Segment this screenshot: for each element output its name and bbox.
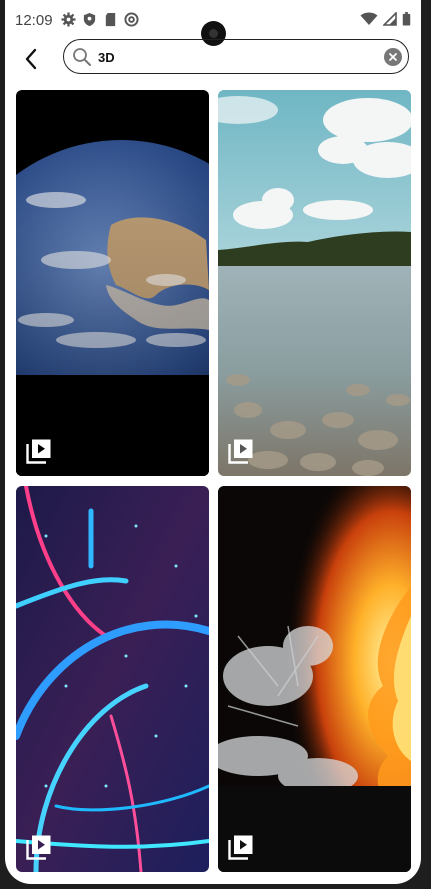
close-icon [389,53,397,61]
shield-icon [83,12,96,27]
status-time: 12:09 [15,12,53,29]
thumbnail-river [218,90,411,476]
wifi-icon [360,12,378,25]
result-card-river[interactable] [218,90,411,476]
clear-search-button[interactable] [384,48,402,66]
search-icon [73,48,91,66]
app-screen: 12:09 [5,0,421,884]
video-icon [228,835,253,860]
result-card-fire-water[interactable] [218,486,411,872]
status-system-icons [360,12,411,26]
back-arrow-icon [25,48,37,70]
result-card-earth[interactable] [16,90,209,476]
search-input[interactable] [98,46,378,68]
video-icon [26,439,51,464]
thumbnail-fire-water [218,486,411,872]
status-notification-icons [61,12,139,27]
at-sign-icon [124,12,139,27]
thumbnail-neon [16,486,209,872]
sd-card-icon [105,12,116,27]
status-bar: 12:09 [5,0,421,46]
video-icon [228,439,253,464]
signal-icon [383,12,397,26]
battery-icon [402,12,411,26]
search-bar[interactable] [63,39,409,74]
settings-icon [61,12,76,27]
back-button[interactable] [13,44,49,74]
video-icon [26,835,51,860]
result-card-neon[interactable] [16,486,209,872]
thumbnail-earth [16,90,209,476]
